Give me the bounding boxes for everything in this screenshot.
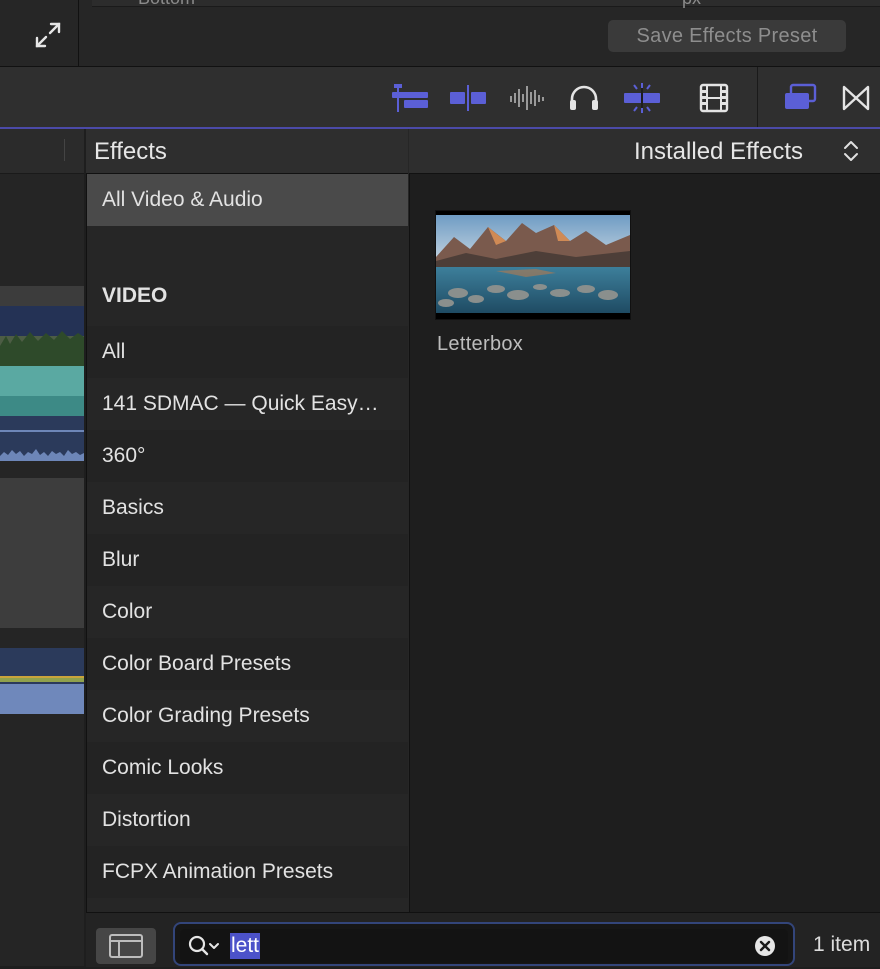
- search-input[interactable]: [180, 929, 788, 963]
- expand-icon[interactable]: [33, 20, 63, 50]
- chevron-up-down-icon[interactable]: [842, 138, 860, 164]
- sidebar-layout-icon: [109, 934, 143, 958]
- divider: [78, 0, 79, 66]
- timeline-toolbar: [0, 67, 880, 129]
- clip-thumbnail: [0, 306, 84, 461]
- sidebar-item-distortion[interactable]: Distortion: [87, 794, 408, 846]
- sidebar-item-sdmac[interactable]: 141 SDMAC — Quick Easy…: [87, 378, 408, 430]
- sidebar-item-color[interactable]: Color: [87, 586, 408, 638]
- sidebar-item-360[interactable]: 360°: [87, 430, 408, 482]
- search-icon[interactable]: [186, 933, 222, 959]
- divider: [64, 139, 65, 161]
- headphones-icon[interactable]: [564, 82, 604, 114]
- skimming-icon[interactable]: [622, 82, 662, 114]
- sidebar-item-all-video-audio[interactable]: All Video & Audio: [87, 174, 408, 226]
- installed-effects-popup[interactable]: Installed Effects: [634, 138, 803, 166]
- inspector-field-unit: px: [682, 0, 701, 9]
- timeline-gap: [0, 478, 84, 628]
- split-icon[interactable]: [448, 82, 488, 114]
- timeline-track: [0, 286, 84, 306]
- timeline-clip[interactable]: [0, 306, 84, 461]
- item-count: 1 item: [813, 933, 871, 956]
- divider: [757, 67, 758, 127]
- effect-label-letterbox: Letterbox: [437, 333, 524, 355]
- letterbox-preview-image: [436, 211, 630, 319]
- transitions-icon[interactable]: [836, 82, 876, 114]
- sidebar-item-blur[interactable]: Blur: [87, 534, 408, 586]
- sidebar-item-color-board-presets[interactable]: Color Board Presets: [87, 638, 408, 690]
- timeline-audio-clip[interactable]: [0, 648, 84, 714]
- inspector-field-partial: [92, 0, 880, 7]
- audio-waveform: [0, 648, 84, 714]
- overlay-icon[interactable]: [780, 82, 820, 114]
- sidebar-toggle-button[interactable]: [96, 928, 156, 964]
- sidebar-item-basics[interactable]: Basics: [87, 482, 408, 534]
- sidebar-item-fcpx-animation-presets[interactable]: FCPX Animation Presets: [87, 846, 408, 898]
- save-effects-preset-button[interactable]: Save Effects Preset: [608, 20, 846, 52]
- effect-thumbnail-letterbox[interactable]: [435, 210, 631, 320]
- clip-appearance-icon[interactable]: [390, 82, 430, 114]
- audio-waveform-icon[interactable]: [506, 82, 546, 114]
- inspector-field-value: Bottom: [138, 0, 195, 9]
- sidebar-section-video: VIDEO: [102, 284, 168, 307]
- sidebar-item-color-grading-presets[interactable]: Color Grading Presets: [87, 690, 408, 742]
- search-query[interactable]: lett: [230, 933, 261, 959]
- sidebar-item-comic-looks[interactable]: Comic Looks: [87, 742, 408, 794]
- timeline-header: [0, 129, 84, 174]
- effects-title: Effects: [94, 138, 167, 165]
- sidebar-item-all[interactable]: All: [87, 326, 408, 378]
- filmstrip-icon[interactable]: [694, 82, 734, 114]
- clear-search-icon[interactable]: [754, 935, 776, 957]
